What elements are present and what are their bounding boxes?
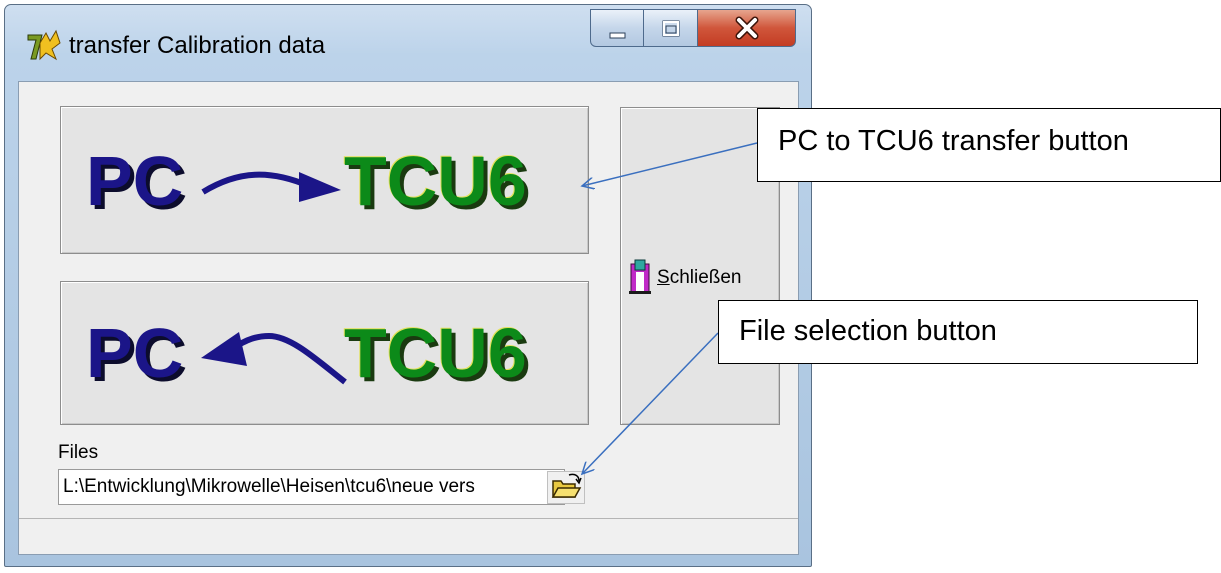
- open-folder-icon: [551, 473, 582, 498]
- close-button-label: Schließen: [657, 267, 742, 288]
- close-button[interactable]: Schließen: [620, 107, 780, 425]
- arrow-right-icon: [201, 171, 341, 202]
- transfer-button-callout: PC to TCU6 transfer button: [757, 108, 1221, 182]
- pc-label: PC: [86, 142, 184, 220]
- title-bar[interactable]: transfer Calibration data: [5, 5, 811, 81]
- maximize-icon: [662, 20, 680, 37]
- maximize-button[interactable]: [644, 9, 698, 47]
- dialog-window: transfer Calibration data PC TCU6 PC TCU…: [4, 4, 812, 567]
- client-area: PC TCU6 PC TCU6 Schließen Files L:\Entwi…: [18, 81, 799, 555]
- close-icon: [735, 16, 759, 40]
- door-exit-icon: [629, 259, 651, 294]
- tcu-label: TCU6: [344, 142, 527, 220]
- minimize-icon: [609, 32, 626, 39]
- tcu-to-pc-transfer-button[interactable]: PC TCU6: [60, 281, 589, 425]
- file-selection-button[interactable]: [547, 471, 585, 504]
- pc-label: PC: [86, 314, 184, 392]
- arrow-left-icon: [201, 332, 347, 385]
- window-title: transfer Calibration data: [69, 32, 326, 59]
- file-path-input[interactable]: L:\Entwicklung\Mikrowelle\Heisen\tcu6\ne…: [58, 469, 565, 505]
- files-label: Files: [58, 442, 99, 463]
- app-icon: [27, 29, 61, 61]
- close-window-button[interactable]: [698, 9, 796, 47]
- file-button-callout: File selection button: [718, 300, 1198, 364]
- status-bar: [19, 518, 798, 554]
- pc-to-tcu-transfer-button[interactable]: PC TCU6: [60, 106, 589, 254]
- tcu-label: TCU6: [344, 314, 527, 392]
- minimize-button[interactable]: [590, 9, 644, 47]
